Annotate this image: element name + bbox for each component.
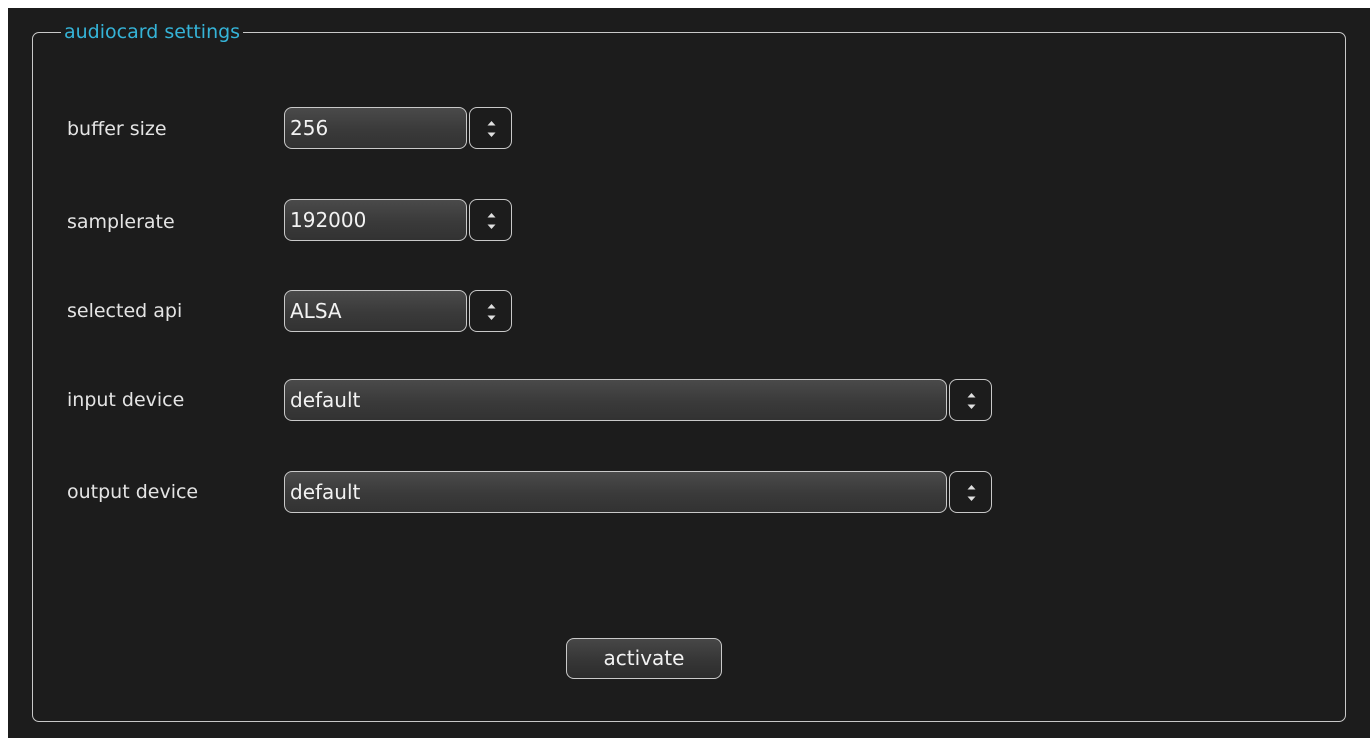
- samplerate-field[interactable]: 192000: [284, 199, 467, 241]
- spin-up-down-icon: [487, 213, 496, 229]
- output-device-spin-button[interactable]: [949, 471, 992, 513]
- input-device-label: input device: [67, 389, 185, 411]
- audiocard-settings-group: audiocard settings buffer size 256 sampl…: [32, 19, 1346, 722]
- selected-api-field[interactable]: ALSA: [284, 290, 467, 332]
- spin-up-down-icon: [487, 121, 496, 137]
- samplerate-label: samplerate: [67, 211, 175, 233]
- spin-up-down-icon: [967, 485, 976, 501]
- buffer-size-spin-button[interactable]: [469, 107, 512, 149]
- buffer-size-field[interactable]: 256: [284, 107, 467, 149]
- activate-button[interactable]: activate: [566, 638, 722, 679]
- selected-api-label: selected api: [67, 300, 183, 322]
- group-title: audiocard settings: [61, 19, 244, 45]
- output-device-label: output device: [67, 481, 199, 503]
- input-device-spin-button[interactable]: [949, 379, 992, 421]
- spin-up-down-icon: [487, 304, 496, 320]
- selected-api-spin-button[interactable]: [469, 290, 512, 332]
- input-device-field[interactable]: default: [284, 379, 947, 421]
- output-device-field[interactable]: default: [284, 471, 947, 513]
- buffer-size-label: buffer size: [67, 118, 167, 140]
- spin-up-down-icon: [967, 393, 976, 409]
- samplerate-spin-button[interactable]: [469, 199, 512, 241]
- settings-window: audiocard settings buffer size 256 sampl…: [8, 8, 1370, 738]
